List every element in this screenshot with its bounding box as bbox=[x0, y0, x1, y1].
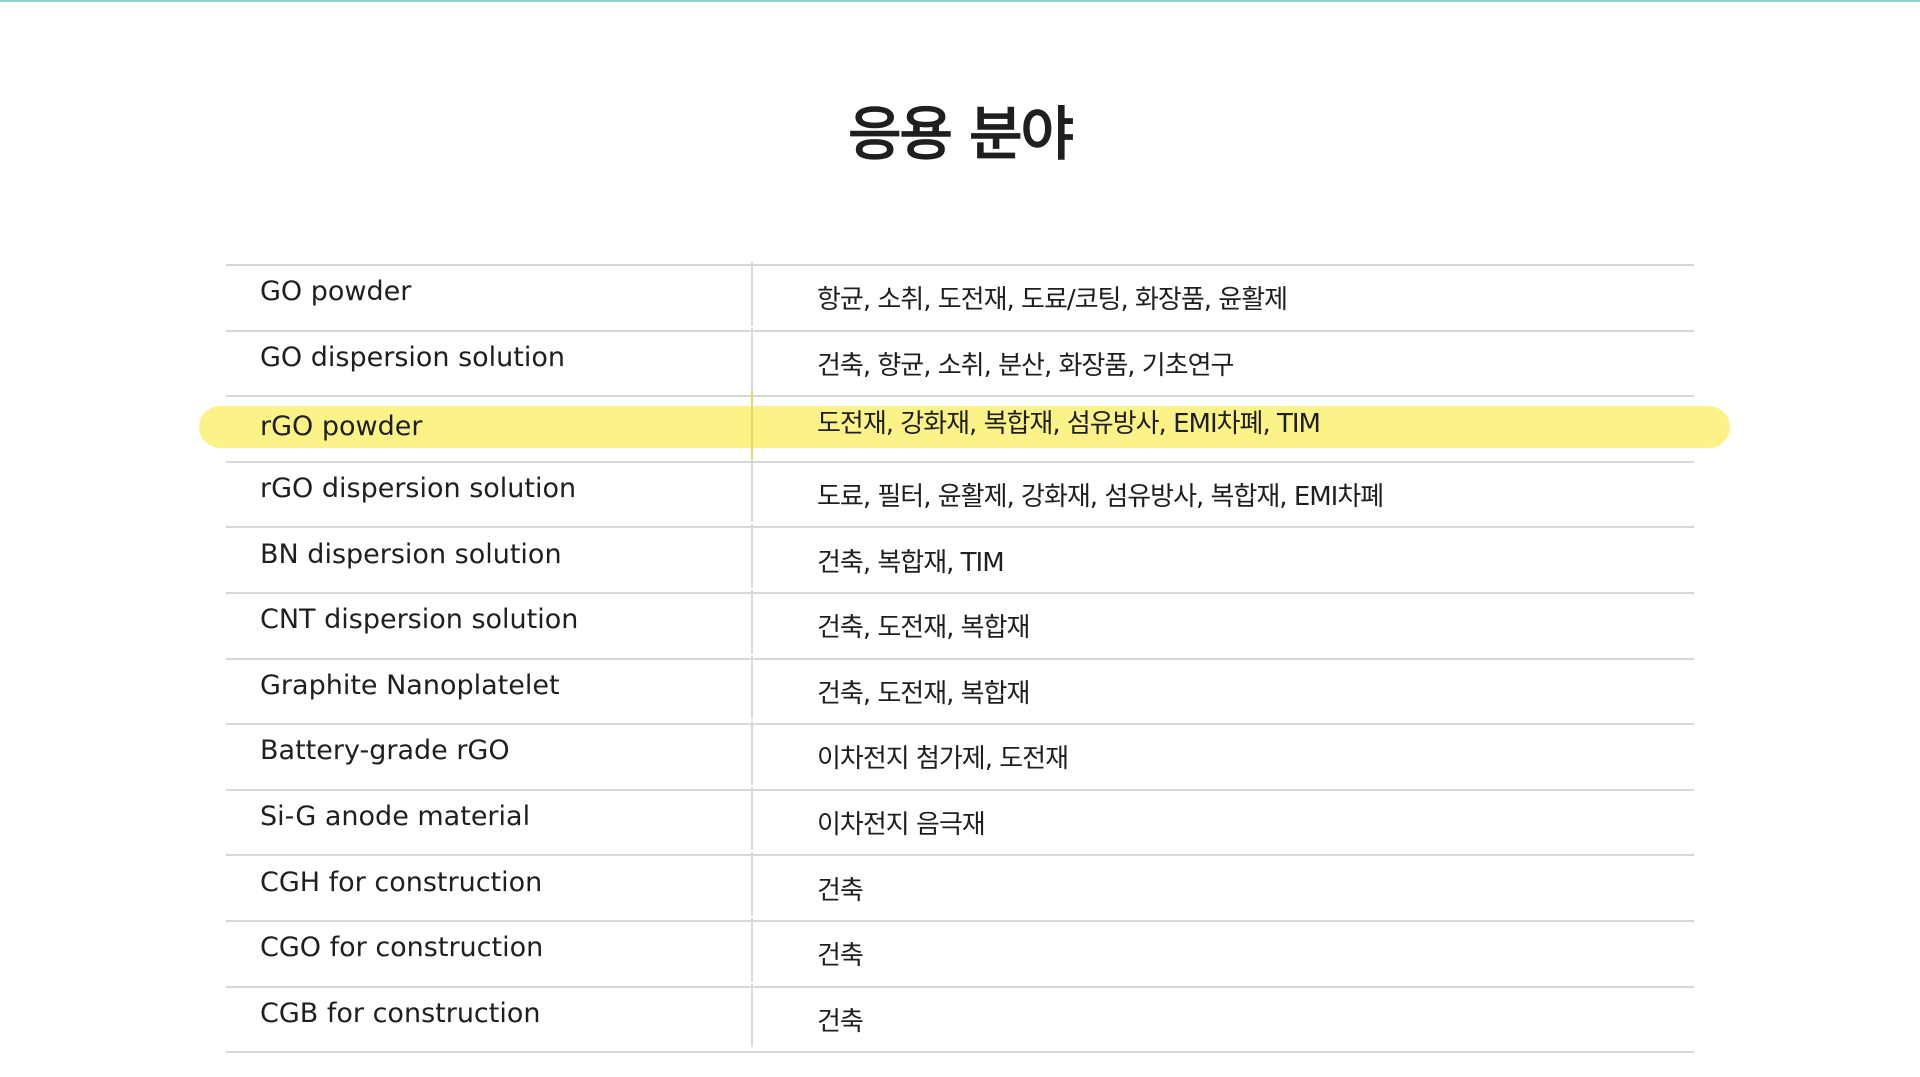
application-fields-cell: 건축 bbox=[753, 922, 1694, 986]
applications-table: GO powder 항균, 소취, 도전재, 도료/코팅, 화장품, 윤활제 GO … bbox=[199, 262, 1730, 1054]
application-fields: 건축 bbox=[817, 1006, 864, 1037]
application-fields: 이차전지 음극재 bbox=[817, 810, 986, 841]
table-row: CGO for construction 건축 bbox=[226, 917, 1694, 988]
applications-table-wrapper: GO powder 항균, 소취, 도전재, 도료/코팅, 화장품, 윤활제 GO … bbox=[199, 262, 1730, 1054]
table-row: Graphite Nanoplatelet 건축, 도전재, 복합재 bbox=[226, 655, 1694, 726]
table-row: GO powder 항균, 소취, 도전재, 도료/코팅, 화장품, 윤활제 bbox=[226, 262, 1694, 332]
table-row: CGH for construction 건축 bbox=[226, 852, 1694, 922]
product-name-cell: BN dispersion solution bbox=[226, 524, 753, 588]
product-name-cell: CGO for construction bbox=[226, 917, 753, 982]
application-fields-cell: 이차전지 음극재 bbox=[753, 791, 1694, 855]
product-name-cell: Battery-grade rGO bbox=[226, 721, 753, 785]
product-name-cell: CGH for construction bbox=[226, 852, 753, 916]
application-fields-cell: 항균, 소취, 도전재, 도료/코팅, 화장품, 윤활제 bbox=[753, 266, 1694, 330]
product-name: Battery-grade rGO bbox=[260, 735, 510, 767]
product-name: CNT dispersion solution bbox=[260, 604, 579, 636]
application-fields: 건축 bbox=[817, 941, 864, 972]
table-row-highlighted: rGO powder 도전재, 강화재, 복합재, 섬유방사, EMI차폐, TI… bbox=[199, 390, 1730, 468]
top-accent-line bbox=[0, 0, 1920, 2]
product-name-cell: GO powder bbox=[226, 262, 753, 326]
application-fields: 건축, 복합재, TIM bbox=[817, 547, 1005, 578]
application-fields-cell: 건축, 향균, 소취, 분산, 화장품, 기초연구 bbox=[753, 332, 1694, 396]
application-fields: 도료, 필터, 윤활제, 강화재, 섬유방사, 복합재, EMI차폐 bbox=[817, 482, 1384, 513]
table-row: rGO dispersion solution 도료, 필터, 윤활제, 강화재,… bbox=[226, 458, 1694, 529]
product-name-cell: Graphite Nanoplatelet bbox=[226, 655, 753, 720]
product-name: CGB for construction bbox=[260, 997, 541, 1029]
table-row: Si-G anode material 이차전지 음극재 bbox=[226, 786, 1694, 857]
application-fields: 건축, 도전재, 복합재 bbox=[817, 613, 1030, 644]
application-fields: 건축 bbox=[817, 875, 864, 906]
table-row: BN dispersion solution 건축, 복합재, TIM bbox=[226, 524, 1694, 594]
application-fields-cell: 건축 bbox=[753, 856, 1694, 920]
product-name-cell: GO dispersion solution bbox=[226, 327, 753, 392]
table-row: CGB for construction 건축 bbox=[226, 983, 1694, 1054]
product-name: CGH for construction bbox=[260, 866, 543, 898]
application-fields: 도전재, 강화재, 복합재, 섬유방사, EMI차폐, TIM bbox=[817, 409, 1321, 440]
product-name-cell: rGO powder bbox=[226, 390, 753, 468]
product-name: CGO for construction bbox=[260, 932, 544, 964]
table-row: Battery-grade rGO 이차전지 첨가제, 도전재 bbox=[226, 721, 1694, 791]
product-name: GO powder bbox=[260, 276, 412, 308]
application-fields-cell: 건축, 도전재, 복합재 bbox=[753, 660, 1694, 724]
product-name-cell: CGB for construction bbox=[226, 983, 753, 1048]
product-name: BN dispersion solution bbox=[260, 538, 562, 570]
application-fields-cell: 건축, 복합재, TIM bbox=[753, 528, 1694, 592]
application-fields-cell: 건축, 도전재, 복합재 bbox=[753, 594, 1694, 658]
table-row: GO dispersion solution 건축, 향균, 소취, 분산, 화장… bbox=[226, 327, 1694, 398]
application-fields: 항균, 소취, 도전재, 도료/코팅, 화장품, 윤활제 bbox=[817, 285, 1288, 316]
application-fields-cell: 도전재, 강화재, 복합재, 섬유방사, EMI차폐, TIM bbox=[753, 390, 1694, 454]
product-name-cell: CNT dispersion solution bbox=[226, 589, 753, 654]
application-fields-cell: 건축 bbox=[753, 988, 1694, 1052]
application-fields: 이차전지 첨가제, 도전재 bbox=[817, 744, 1069, 775]
product-name: Graphite Nanoplatelet bbox=[260, 669, 560, 701]
page-title: 응용 분야 bbox=[848, 100, 1074, 168]
table-row: CNT dispersion solution 건축, 도전재, 복합재 bbox=[226, 589, 1694, 660]
product-name-cell: rGO dispersion solution bbox=[226, 458, 753, 523]
product-name: rGO dispersion solution bbox=[260, 473, 577, 505]
product-name: rGO powder bbox=[260, 411, 423, 443]
product-name: GO dispersion solution bbox=[260, 341, 566, 373]
application-fields-cell: 이차전지 첨가제, 도전재 bbox=[753, 725, 1694, 789]
application-fields: 건축, 향균, 소취, 분산, 화장품, 기초연구 bbox=[817, 350, 1234, 381]
product-name: Si-G anode material bbox=[260, 801, 531, 833]
product-name-cell: Si-G anode material bbox=[226, 786, 753, 851]
application-fields: 건축, 도전재, 복합재 bbox=[817, 678, 1030, 709]
application-fields-cell: 도료, 필터, 윤활제, 강화재, 섬유방사, 복합재, EMI차폐 bbox=[753, 463, 1694, 527]
